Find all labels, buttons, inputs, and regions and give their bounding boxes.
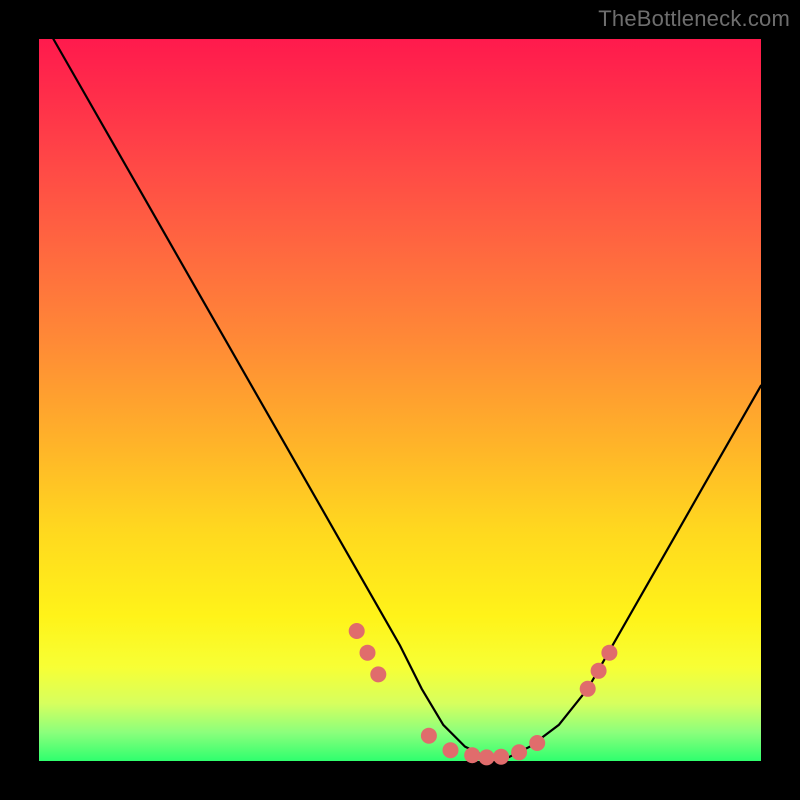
chart-frame: TheBottleneck.com: [0, 0, 800, 800]
marker-dot: [601, 645, 617, 661]
marker-dots: [349, 623, 618, 765]
marker-dot: [479, 749, 495, 765]
marker-dot: [580, 681, 596, 697]
marker-dot: [511, 744, 527, 760]
plot-area: [39, 39, 761, 761]
bottleneck-curve: [53, 39, 761, 757]
marker-dot: [360, 645, 376, 661]
marker-dot: [529, 735, 545, 751]
marker-dot: [421, 728, 437, 744]
marker-dot: [349, 623, 365, 639]
watermark-text: TheBottleneck.com: [598, 6, 790, 32]
marker-dot: [443, 742, 459, 758]
marker-dot: [464, 747, 480, 763]
curve-layer: [39, 39, 761, 761]
marker-dot: [493, 749, 509, 765]
marker-dot: [591, 663, 607, 679]
marker-dot: [370, 666, 386, 682]
